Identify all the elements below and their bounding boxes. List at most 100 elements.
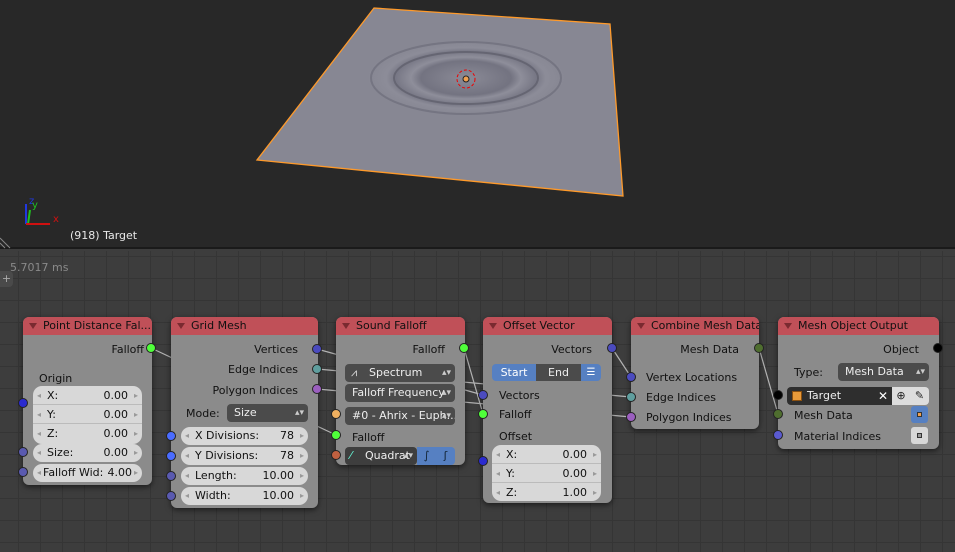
socket-pdf-falloff-out[interactable] bbox=[146, 343, 156, 353]
mode-dropdown[interactable]: Falloff Frequency ▴▾ bbox=[345, 384, 455, 402]
new-object-button[interactable]: ⊕ bbox=[892, 387, 910, 405]
spectrum-icon: ⩘ bbox=[351, 366, 358, 379]
interpolation-dropdown[interactable]: ⁄ Quadrat ▴▾ bbox=[345, 447, 417, 465]
x-divisions-field[interactable]: X Divisions:78 bbox=[181, 427, 308, 445]
origin-z-field[interactable]: Z:0.00 bbox=[33, 424, 142, 443]
socket-offset-offset-in[interactable] bbox=[478, 456, 488, 466]
start-button[interactable]: Start bbox=[492, 364, 536, 381]
input-mesh-data-label: Mesh Data bbox=[794, 409, 853, 422]
origin-y-field[interactable]: Y:0.00 bbox=[33, 405, 142, 424]
node-sound-falloff[interactable]: Sound Falloff Falloff ⩘ Spectrum ▴▾ Fallof… bbox=[336, 317, 465, 465]
size-field[interactable]: Size:0.00 bbox=[33, 444, 142, 462]
link-mesh-to-output bbox=[758, 347, 779, 415]
eyedropper-button[interactable]: ✎ bbox=[910, 387, 929, 405]
socket-combine-edges-in[interactable] bbox=[626, 392, 636, 402]
offset-label: Offset bbox=[499, 430, 533, 443]
offset-y-field[interactable]: Y:0.00 bbox=[492, 464, 601, 483]
socket-sound-falloff-in[interactable] bbox=[331, 430, 341, 440]
output-vectors-label: Vectors bbox=[551, 343, 592, 356]
socket-grid-polygons-out[interactable] bbox=[312, 384, 322, 394]
socket-sound-falloff-out[interactable] bbox=[459, 343, 469, 353]
dot-icon bbox=[917, 412, 922, 417]
ease-in-icon: ∫ bbox=[423, 449, 430, 462]
node-header[interactable]: Sound Falloff bbox=[336, 317, 465, 335]
socket-combine-polygons-in[interactable] bbox=[626, 412, 636, 422]
socket-offset-vectors-in[interactable] bbox=[478, 390, 488, 400]
socket-output-target-in[interactable] bbox=[773, 390, 783, 400]
input-edge-indices-label: Edge Indices bbox=[646, 391, 716, 404]
sound-dropdown[interactable]: #0 - Ahrix - Euph... ▴▾ bbox=[345, 407, 455, 425]
mode-dropdown[interactable]: Size ▴▾ bbox=[227, 404, 308, 422]
socket-output-mesh-in[interactable] bbox=[773, 409, 783, 419]
socket-grid-ydiv-in[interactable] bbox=[166, 451, 176, 461]
target-object-field[interactable]: Target ✕ bbox=[787, 387, 892, 405]
material-indices-toggle[interactable] bbox=[911, 427, 928, 444]
output-falloff-label: Falloff bbox=[412, 343, 445, 356]
length-field[interactable]: Length:10.00 bbox=[181, 467, 308, 485]
node-header[interactable]: Combine Mesh Data bbox=[631, 317, 759, 335]
origin-label: Origin bbox=[39, 372, 73, 385]
socket-combine-mesh-out[interactable] bbox=[754, 343, 764, 353]
origin-x-field[interactable]: X:0.00 bbox=[33, 386, 142, 405]
type-label: Type: bbox=[794, 366, 823, 379]
socket-output-material-in[interactable] bbox=[773, 430, 783, 440]
node-grid-mesh[interactable]: Grid Mesh Vertices Edge Indices Polygon … bbox=[171, 317, 318, 508]
node-header[interactable]: Offset Vector bbox=[483, 317, 612, 335]
output-falloff-label: Falloff bbox=[111, 343, 144, 356]
socket-sound-in[interactable] bbox=[331, 409, 341, 419]
output-object-label: Object bbox=[883, 343, 919, 356]
input-falloff-label: Falloff bbox=[352, 431, 385, 444]
socket-pdf-size-in[interactable] bbox=[18, 447, 28, 457]
curve-icon: ⁄ bbox=[350, 449, 352, 462]
node-combine-mesh-data[interactable]: Combine Mesh Data Mesh Data Vertex Locat… bbox=[631, 317, 759, 429]
socket-offset-falloff-in[interactable] bbox=[478, 409, 488, 419]
output-edge-indices-label: Edge Indices bbox=[228, 363, 298, 376]
ease-in-button[interactable]: ∫ bbox=[417, 447, 436, 465]
mode-label: Mode: bbox=[186, 407, 220, 420]
socket-pdf-origin-in[interactable] bbox=[18, 398, 28, 408]
y-divisions-field[interactable]: Y Divisions:78 bbox=[181, 447, 308, 465]
offset-vector-field[interactable]: X:0.00 Y:0.00 Z:1.00 bbox=[492, 445, 601, 502]
offset-z-field[interactable]: Z:1.00 bbox=[492, 483, 601, 502]
origin-vector-field[interactable]: X:0.00 Y:0.00 Z:0.00 bbox=[33, 386, 142, 444]
input-polygon-indices-label: Polygon Indices bbox=[646, 411, 732, 424]
dot-icon bbox=[917, 433, 922, 438]
ease-out-icon: ʃ bbox=[443, 449, 448, 462]
output-polygon-indices-label: Polygon Indices bbox=[212, 384, 298, 397]
node-mesh-object-output[interactable]: Mesh Object Output Object Type: Mesh Dat… bbox=[778, 317, 939, 449]
width-field[interactable]: Width:10.00 bbox=[181, 487, 308, 505]
node-offset-vector[interactable]: Offset Vector Vectors Start End ☰ Vector… bbox=[483, 317, 612, 503]
input-material-indices-label: Material Indices bbox=[794, 430, 881, 443]
list-settings-button[interactable]: ☰ bbox=[581, 364, 601, 381]
socket-grid-edges-out[interactable] bbox=[312, 364, 322, 374]
input-vectors-label: Vectors bbox=[499, 389, 540, 402]
socket-grid-width-in[interactable] bbox=[166, 491, 176, 501]
output-mesh-data-label: Mesh Data bbox=[680, 343, 739, 356]
ease-out-button[interactable]: ʃ bbox=[436, 447, 455, 465]
type-dropdown[interactable]: Mesh Data ▴▾ bbox=[838, 363, 929, 381]
cube-icon bbox=[792, 391, 802, 401]
type-dropdown[interactable]: ⩘ Spectrum ▴▾ bbox=[345, 364, 455, 382]
socket-combine-vertex-in[interactable] bbox=[626, 372, 636, 382]
socket-offset-vectors-out[interactable] bbox=[607, 343, 617, 353]
socket-pdf-width-in[interactable] bbox=[18, 467, 28, 477]
socket-sound-interpolation-in[interactable] bbox=[331, 450, 341, 460]
socket-grid-xdiv-in[interactable] bbox=[166, 431, 176, 441]
eyedropper-icon: ✎ bbox=[914, 389, 925, 402]
end-button[interactable]: End bbox=[536, 364, 581, 381]
output-vertices-label: Vertices bbox=[254, 343, 298, 356]
socket-grid-length-in[interactable] bbox=[166, 471, 176, 481]
mesh-data-toggle[interactable] bbox=[911, 406, 928, 423]
input-vertex-locations-label: Vertex Locations bbox=[646, 371, 738, 384]
node-header[interactable]: Grid Mesh bbox=[171, 317, 318, 335]
node-header[interactable]: Point Distance Fal... bbox=[23, 317, 152, 335]
socket-grid-vertices-out[interactable] bbox=[312, 344, 322, 354]
falloff-width-field[interactable]: Falloff Wid:4.00 bbox=[33, 464, 142, 482]
socket-output-object-out[interactable] bbox=[933, 343, 943, 353]
clear-icon: ✕ bbox=[877, 389, 888, 403]
input-falloff-label: Falloff bbox=[499, 408, 532, 421]
list-icon: ☰ bbox=[586, 367, 596, 378]
node-header[interactable]: Mesh Object Output bbox=[778, 317, 939, 335]
offset-x-field[interactable]: X:0.00 bbox=[492, 445, 601, 464]
node-point-distance-falloff[interactable]: Point Distance Fal... Falloff Origin X:0… bbox=[23, 317, 152, 485]
